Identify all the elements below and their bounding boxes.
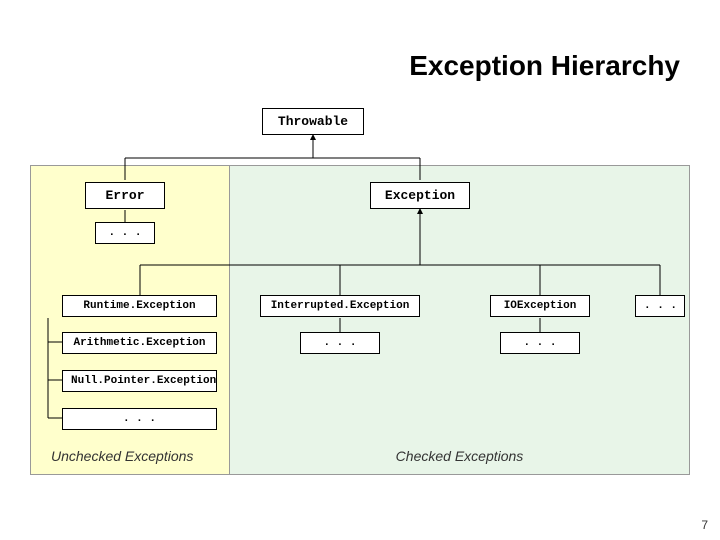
node-error-ellipsis: . . .	[95, 222, 155, 244]
node-runtime-ellipsis: . . .	[62, 408, 217, 430]
node-runtime: Runtime.Exception	[62, 295, 217, 317]
node-error: Error	[85, 182, 165, 209]
node-nullpointer: Null.Pointer.Exception	[62, 370, 217, 392]
node-ioexception: IOException	[490, 295, 590, 317]
slide-title: Exception Hierarchy	[0, 50, 680, 82]
checked-label: Checked Exceptions	[396, 448, 524, 464]
node-exception-ellipsis: . . .	[635, 295, 685, 317]
node-arithmetic: Arithmetic.Exception	[62, 332, 217, 354]
page-number: 7	[701, 518, 708, 532]
node-interrupted: Interrupted.Exception	[260, 295, 420, 317]
node-ioexception-ellipsis: . . .	[500, 332, 580, 354]
node-exception: Exception	[370, 182, 470, 209]
node-throwable: Throwable	[262, 108, 364, 135]
node-interrupted-ellipsis: . . .	[300, 332, 380, 354]
checked-region: Checked Exceptions	[230, 165, 690, 475]
unchecked-label: Unchecked Exceptions	[51, 448, 193, 464]
